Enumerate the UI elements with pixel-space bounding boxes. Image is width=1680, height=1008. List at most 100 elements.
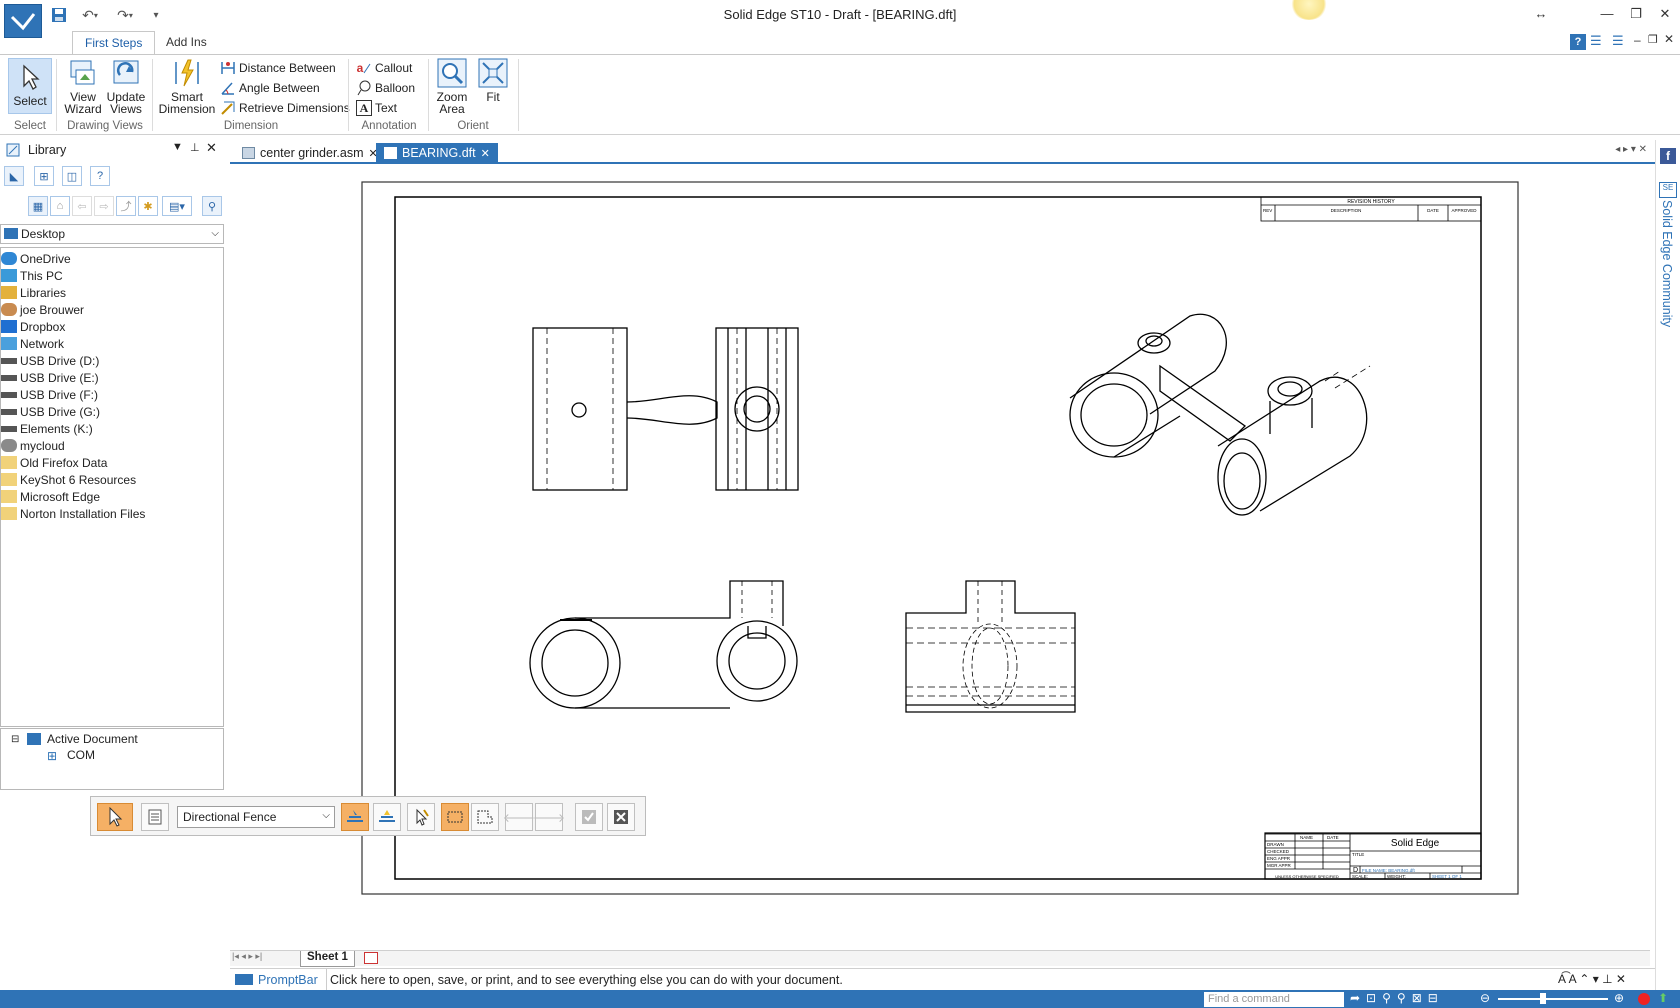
list-item[interactable]: USB Drive (G:): [1, 403, 100, 420]
collapse-icon[interactable]: ⊟: [11, 734, 19, 745]
pick-filter-icon[interactable]: [407, 803, 435, 831]
list-item[interactable]: USB Drive (E:): [1, 369, 99, 386]
tab-sheet-1[interactable]: Sheet 1: [300, 951, 355, 967]
layers-tab-icon[interactable]: ◫: [62, 166, 82, 186]
select-button[interactable]: Select: [8, 58, 52, 114]
list-item[interactable]: joe Brouwer: [1, 301, 84, 318]
callout-button[interactable]: a Callout: [356, 59, 413, 77]
list-item[interactable]: Microsoft Edge: [1, 488, 100, 505]
forward-icon[interactable]: ⇨: [94, 196, 114, 216]
fit-button[interactable]: Fit: [476, 58, 510, 103]
retrieve-dimensions-button[interactable]: Retrieve Dimensions: [220, 99, 350, 117]
library-panel: Library ▼ ⊥ ✕ ◣ ⊞ ◫ ? ▦ ⌂ ⇦ ⇨ ⤴ ✱ ▤▾ ⚲ D…: [0, 140, 226, 990]
zoom-slider[interactable]: [1498, 998, 1608, 1000]
view-wizard-button[interactable]: View Wizard: [62, 58, 104, 115]
view-options-icon[interactable]: ▤▾: [162, 196, 192, 216]
close-button[interactable]: ✕: [1651, 6, 1679, 24]
angle-between-icon: [220, 80, 236, 96]
view-tools-icons[interactable]: ➦⊡⚲⚲⊠⊟: [1350, 991, 1444, 1005]
svg-text:TITLE: TITLE: [1352, 852, 1364, 857]
prompt-text: Click here to open, save, or print, and …: [330, 973, 843, 987]
resize-arrows-icon[interactable]: ↔: [1527, 6, 1555, 24]
back-icon[interactable]: ⇦: [72, 196, 92, 216]
list-item[interactable]: Network: [1, 335, 64, 352]
prompt-controls-icon[interactable]: A͡ A ⌃ ▾ ⊥ ✕: [1558, 972, 1626, 986]
select-tool-icon[interactable]: [97, 803, 133, 831]
list-item[interactable]: OneDrive: [1, 250, 71, 267]
close-tab-icon[interactable]: ✕: [481, 147, 490, 160]
select-layers-icon[interactable]: [373, 803, 401, 831]
distance-between-button[interactable]: Distance Between: [220, 59, 336, 77]
tab-add-ins[interactable]: Add Ins: [154, 31, 219, 55]
previous-icon[interactable]: 🡐: [503, 803, 535, 831]
cancel-icon[interactable]: [607, 803, 635, 831]
tab-bearing[interactable]: BEARING.dft ✕: [376, 143, 498, 163]
view-tiles-icon[interactable]: ▦: [28, 196, 48, 216]
new-sheet-icon[interactable]: [364, 952, 378, 964]
selection-mode-select[interactable]: Directional Fence ⌵: [177, 806, 335, 828]
status-arrow-icon[interactable]: ⬆: [1658, 991, 1668, 1005]
doc-close-icon[interactable]: ✕: [1664, 32, 1674, 46]
doc-list-icon[interactable]: ☰: [1590, 33, 1602, 49]
list-item[interactable]: Elements (K:): [1, 420, 93, 437]
text-button[interactable]: A Text: [356, 99, 397, 117]
list-item[interactable]: Old Firefox Data: [1, 454, 107, 471]
doc-minimize-icon[interactable]: –: [1634, 33, 1641, 47]
fence-overlap-icon[interactable]: [471, 803, 499, 831]
home-icon[interactable]: ⌂: [50, 196, 70, 216]
library-dropdown-icon[interactable]: ▼: [172, 141, 183, 153]
sheet-nav-icon[interactable]: |◂ ◂ ▸ ▸|: [232, 951, 262, 962]
tab-center-grinder[interactable]: center grinder.asm ✕: [234, 143, 386, 163]
selection-command-bar: Directional Fence ⌵ 🡐 🡒: [90, 796, 646, 836]
options-icon[interactable]: [141, 803, 169, 831]
zoom-area-button[interactable]: Zoom Area: [434, 58, 470, 115]
doc-restore-icon[interactable]: ❐: [1648, 33, 1658, 46]
update-views-button[interactable]: Update Views: [104, 58, 148, 115]
list-item[interactable]: This PC: [1, 267, 63, 284]
zoom-slider-handle[interactable]: [1540, 993, 1546, 1004]
search-icon[interactable]: ⚲: [202, 196, 222, 216]
fence-inside-icon[interactable]: [441, 803, 469, 831]
list-item[interactable]: mycloud: [1, 437, 65, 454]
list-item[interactable]: Norton Installation Files: [1, 505, 145, 522]
select-all-icon[interactable]: [341, 803, 369, 831]
up-folder-icon[interactable]: ⤴: [116, 196, 136, 216]
community-tab[interactable]: Solid Edge Community: [1660, 200, 1674, 327]
pathfinder-tab-icon[interactable]: ⊞: [34, 166, 54, 186]
help-icon[interactable]: ?: [1570, 34, 1586, 50]
prompt-bar[interactable]: PromptBar Click here to open, save, or p…: [230, 968, 1655, 991]
balloon-button[interactable]: Balloon: [356, 79, 415, 97]
location-combo[interactable]: Desktop ⌵: [0, 224, 224, 244]
cloud-icon: [1, 439, 17, 452]
angle-between-button[interactable]: Angle Between: [220, 79, 320, 97]
zoom-in-icon[interactable]: ⊕: [1614, 991, 1624, 1005]
library-list: OneDrive This PC Libraries joe Brouwer D…: [0, 247, 224, 727]
tree-root[interactable]: Active Document: [47, 732, 138, 746]
zoom-out-icon[interactable]: ⊖: [1480, 991, 1490, 1005]
accept-icon[interactable]: [575, 803, 603, 831]
brand-label: Solid Edge: [1391, 838, 1440, 849]
library-close-icon[interactable]: ✕: [206, 140, 217, 156]
help-tab-icon[interactable]: ?: [90, 166, 110, 186]
list-item[interactable]: USB Drive (F:): [1, 386, 98, 403]
tab-nav-icon[interactable]: ◂ ▸ ▾ ✕: [1615, 144, 1647, 155]
next-icon[interactable]: 🡒: [533, 803, 565, 831]
tree-child[interactable]: COM: [67, 748, 95, 762]
list-item[interactable]: Dropbox: [1, 318, 65, 335]
doc-arrange-icon[interactable]: ☰: [1612, 33, 1624, 49]
list-item[interactable]: KeyShot 6 Resources: [1, 471, 136, 488]
minimize-button[interactable]: —: [1593, 6, 1621, 24]
pin-icon[interactable]: ⊥: [190, 141, 200, 154]
list-item[interactable]: USB Drive (D:): [1, 352, 99, 369]
community-icon[interactable]: SE: [1659, 182, 1677, 198]
list-item[interactable]: Libraries: [1, 284, 66, 301]
facebook-icon[interactable]: f: [1660, 148, 1676, 164]
record-icon[interactable]: [1638, 993, 1650, 1005]
library-tab-icon[interactable]: ◣: [4, 166, 24, 186]
smart-dimension-button[interactable]: Smart Dimension: [156, 58, 218, 115]
restore-button[interactable]: ❐: [1622, 6, 1650, 24]
new-folder-icon[interactable]: ✱: [138, 196, 158, 216]
tab-first-steps[interactable]: First Steps: [72, 31, 156, 55]
find-command-input[interactable]: Find a command: [1204, 992, 1344, 1007]
drive-icon: [1, 374, 17, 381]
